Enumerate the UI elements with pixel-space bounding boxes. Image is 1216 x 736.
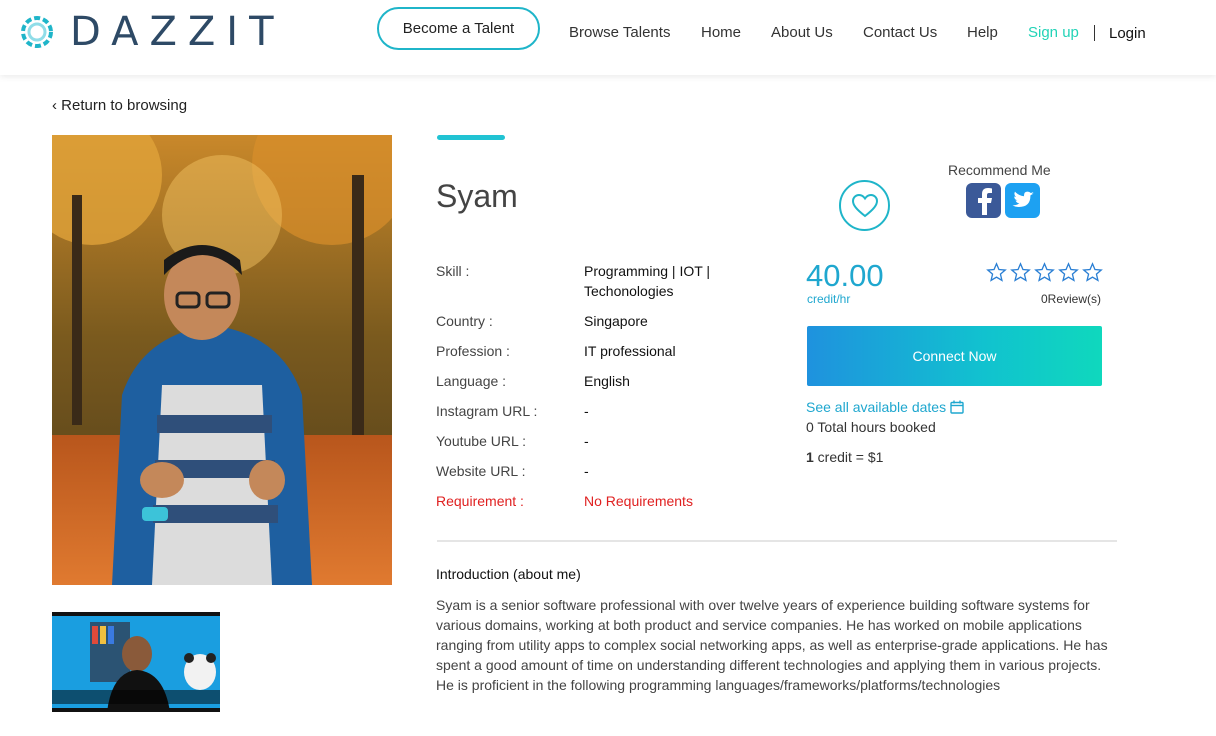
brand-name: DAZZIT [70,9,285,55]
recommend-title: Recommend Me [948,162,1051,178]
profession-value: IT professional [584,343,676,359]
requirement-value: No Requirements [584,493,693,509]
requirement-label: Requirement : [436,493,524,509]
nav-login[interactable]: Login [1109,25,1146,42]
favorite-button[interactable] [839,180,890,231]
intro-title: Introduction (about me) [436,566,581,582]
logo[interactable]: DAZZIT [20,10,285,54]
star-icon [1082,262,1103,282]
credit-rate-text: credit = $1 [813,449,884,465]
profession-label: Profession : [436,343,510,359]
website-label: Website URL : [436,463,526,479]
credit-amount: 1 [806,449,814,465]
skill-label: Skill : [436,263,470,279]
language-label: Language : [436,373,507,389]
profile-photo [52,135,392,585]
nav-sign-up[interactable]: Sign up [1028,24,1079,41]
language-value: English [584,373,630,389]
rating-stars [986,262,1103,283]
credit-rate: 1 credit = $1 [806,449,883,465]
available-dates-link[interactable]: See all available dates [806,399,964,415]
instagram-value: - [584,403,589,419]
instagram-label: Instagram URL : [436,403,538,419]
hours-booked: 0 Total hours booked [806,419,936,435]
section-divider [437,540,1117,542]
talent-name: Syam [436,178,518,214]
price-unit: credit/hr [807,292,851,306]
nav-browse-talents[interactable]: Browse Talents [569,24,670,41]
youtube-label: Youtube URL : [436,433,527,449]
website-value: - [584,463,589,479]
nav-contact-us[interactable]: Contact Us [863,24,937,41]
star-icon [986,262,1007,282]
intro-body: Syam is a senior software professional w… [436,597,1108,693]
price-value: 40.00 [806,258,884,293]
nav-divider [1094,25,1095,41]
twitter-icon [1012,191,1034,207]
youtube-value: - [584,433,589,449]
star-icon [1010,262,1031,282]
calendar-icon [950,400,964,414]
nav-about-us[interactable]: About Us [771,24,833,41]
logo-icon [21,16,53,48]
intro-video-thumbnail[interactable] [52,612,220,712]
skill-value: Programming | IOT | Techonologies [584,263,711,299]
accent-bar [437,135,505,140]
connect-now-button[interactable]: Connect Now [807,326,1102,386]
return-to-browsing-link[interactable]: ‹ Return to browsing [52,97,187,114]
available-dates-label: See all available dates [806,399,947,415]
country-label: Country : [436,313,493,329]
nav-home[interactable]: Home [701,24,741,41]
star-icon [1034,262,1055,282]
facebook-icon [977,187,992,215]
star-icon [1058,262,1079,282]
site-header: DAZZIT Become a Talent Browse Talents Ho… [0,0,1216,75]
twitter-share-button[interactable] [1005,183,1040,218]
facebook-share-button[interactable] [966,183,1001,218]
review-count[interactable]: 0Review(s) [1041,292,1101,306]
country-value: Singapore [584,313,648,329]
nav-help[interactable]: Help [967,24,998,41]
heart-icon [851,193,878,217]
become-talent-button[interactable]: Become a Talent [377,7,540,50]
